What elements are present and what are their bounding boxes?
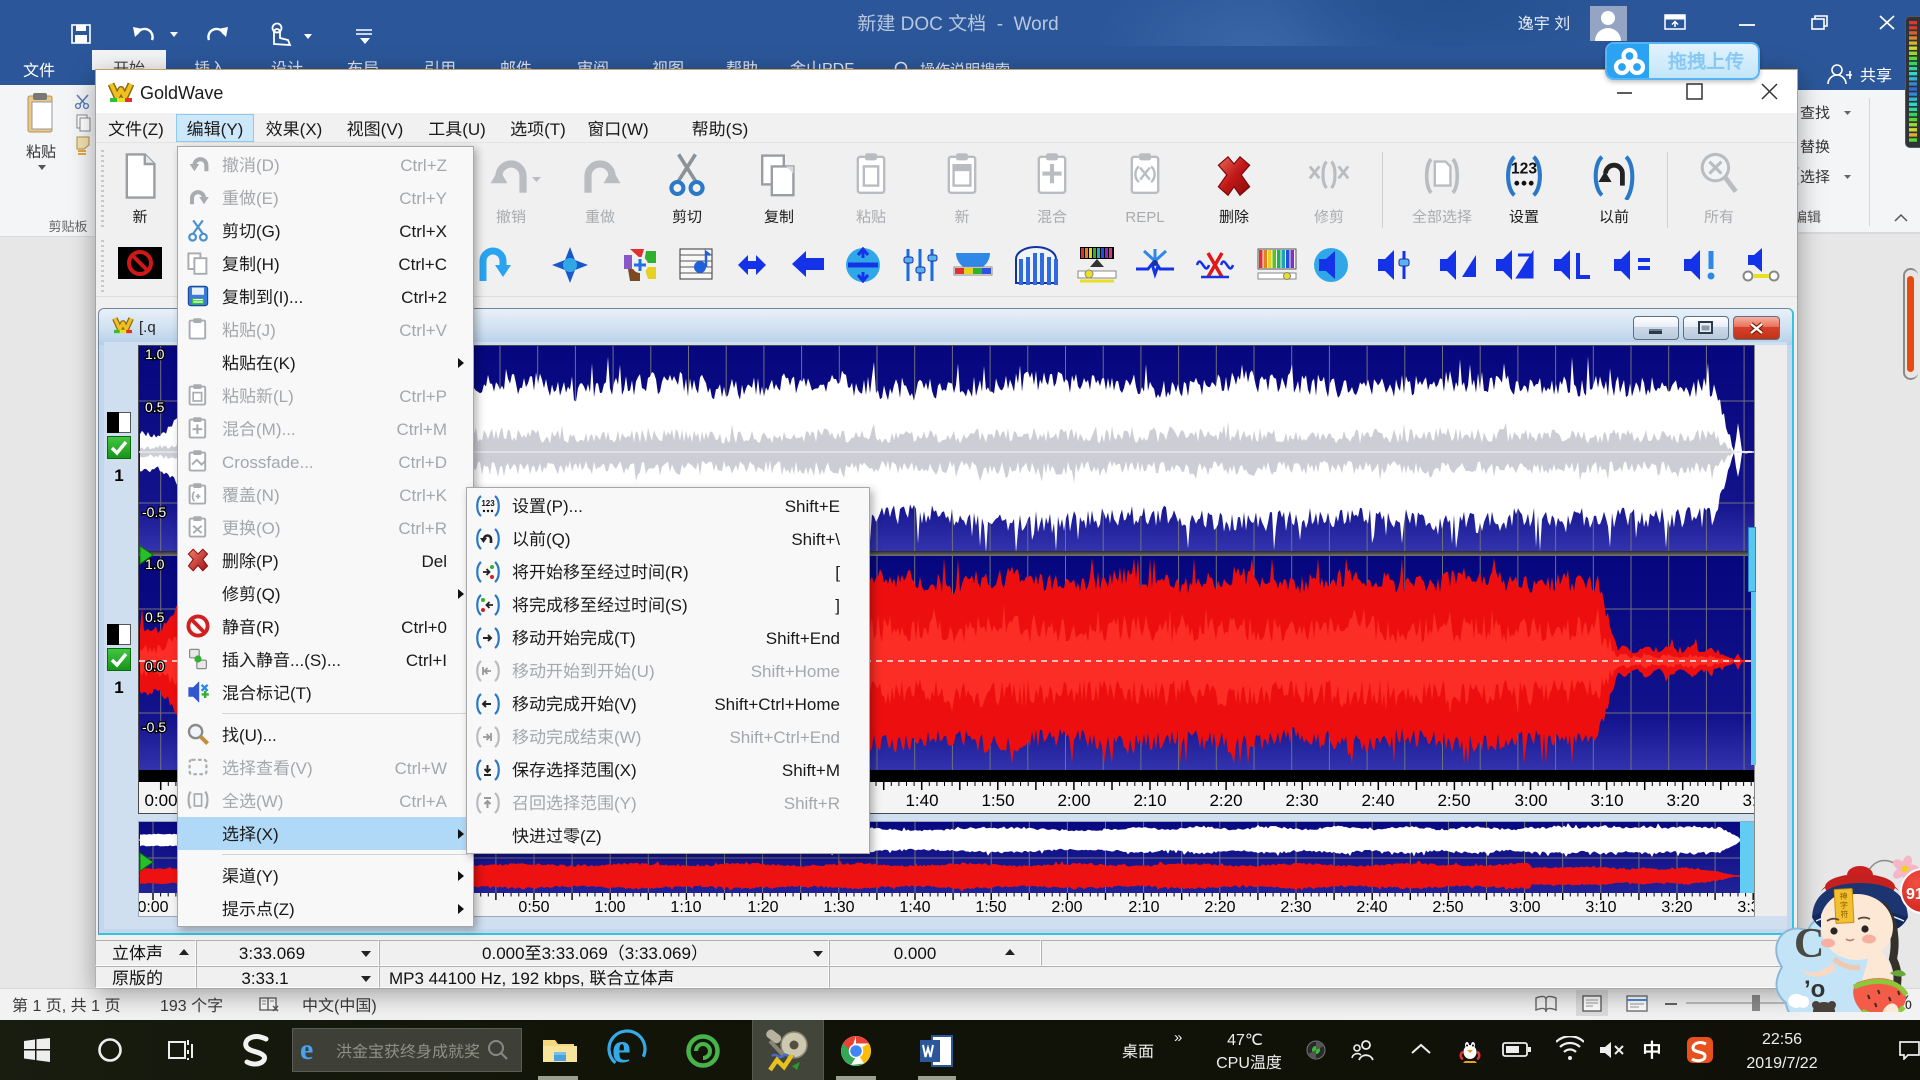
svg-text:2:00: 2:00 [1057,791,1090,810]
svg-text:3:20: 3:20 [1661,899,1692,916]
svg-text:3:00: 3:00 [1514,791,1547,810]
svg-text:123: 123 [481,499,495,508]
svg-text:1:50: 1:50 [975,899,1006,916]
svg-text:2:50: 2:50 [1437,791,1470,810]
svg-text:1:50: 1:50 [981,791,1014,810]
svg-text:1:40: 1:40 [905,791,938,810]
svg-text:2:40: 2:40 [1361,791,1394,810]
svg-text:2:10: 2:10 [1133,791,1166,810]
svg-text:2:10: 2:10 [1128,899,1159,916]
svg-text:0.0: 0.0 [145,658,165,674]
svg-text:2:40: 2:40 [1356,899,1387,916]
svg-text:3:00: 3:00 [1509,899,1540,916]
svg-text:0.5: 0.5 [145,609,165,625]
svg-text:0.5: 0.5 [145,399,165,415]
svg-text:3:30: 3:30 [1742,791,1754,810]
svg-text:1:20: 1:20 [747,899,778,916]
svg-text:3:30: 3:30 [1737,899,1754,916]
svg-text:2:20: 2:20 [1204,899,1235,916]
svg-text:0:00: 0:00 [144,791,177,810]
svg-text:3:10: 3:10 [1590,791,1623,810]
svg-text:2:50: 2:50 [1432,899,1463,916]
svg-text:-0.5: -0.5 [142,719,166,735]
svg-text:2:30: 2:30 [1285,791,1318,810]
svg-text:1:00: 1:00 [594,899,625,916]
svg-text:1:40: 1:40 [899,899,930,916]
svg-text:2:00: 2:00 [1051,899,1082,916]
svg-text:1:30: 1:30 [823,899,854,916]
svg-text:0:50: 0:50 [518,899,549,916]
svg-text:0:00: 0:00 [139,899,169,916]
svg-text:2:30: 2:30 [1280,899,1311,916]
svg-text:-0.5: -0.5 [142,504,166,520]
svg-text:1:10: 1:10 [670,899,701,916]
svg-text:3:10: 3:10 [1585,899,1616,916]
svg-text:1.0: 1.0 [145,346,165,362]
svg-text:2:20: 2:20 [1209,791,1242,810]
svg-text:符: 符 [1840,909,1849,920]
svg-text:C: C [1794,921,1824,967]
svg-text:123: 123 [1511,161,1537,178]
svg-text:3:20: 3:20 [1666,791,1699,810]
